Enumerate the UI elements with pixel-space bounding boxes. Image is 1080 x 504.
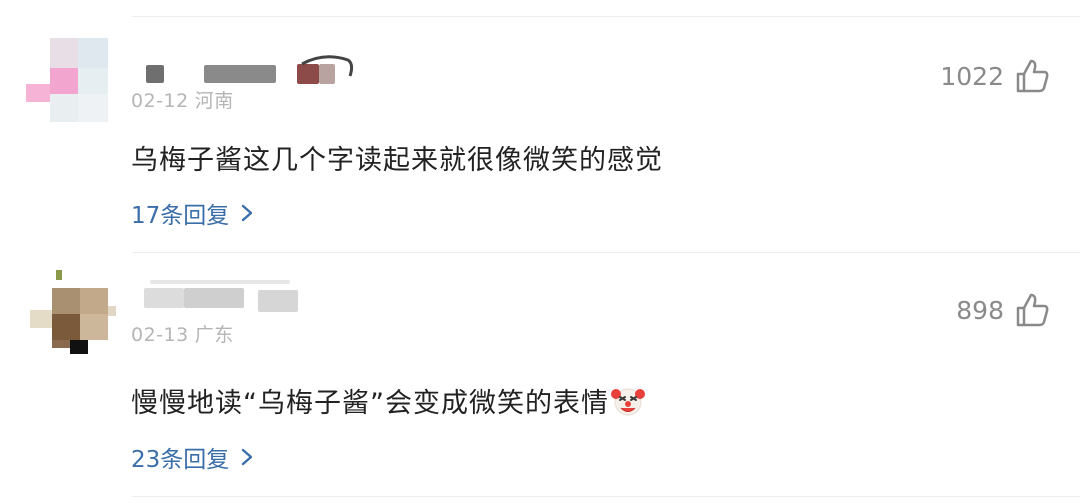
thumbs-up-icon	[1016, 293, 1049, 327]
avatar[interactable]	[30, 270, 116, 354]
replies-label: 23条回复	[131, 447, 230, 473]
view-replies-link[interactable]: 23条回复	[131, 440, 255, 474]
comment-location: 广东	[194, 324, 234, 346]
clown-face-icon	[610, 388, 645, 416]
comment-meta: 02-13 广东	[131, 320, 234, 347]
comment-item-2: 02-13 广东 898 慢慢地读“乌梅子酱”会变成微笑的表情 23条回复	[0, 0, 1080, 504]
bottom-divider	[132, 496, 1080, 497]
comment-date: 02-13	[131, 324, 189, 346]
like-button[interactable]: 898	[956, 292, 1050, 328]
comment-text: 慢慢地读“乌梅子酱”会变成微笑的表情	[131, 381, 645, 420]
like-count: 898	[956, 295, 1004, 325]
comment-text-content: 慢慢地读“乌梅子酱”会变成微笑的表情	[131, 388, 609, 419]
chevron-right-icon	[242, 448, 253, 466]
